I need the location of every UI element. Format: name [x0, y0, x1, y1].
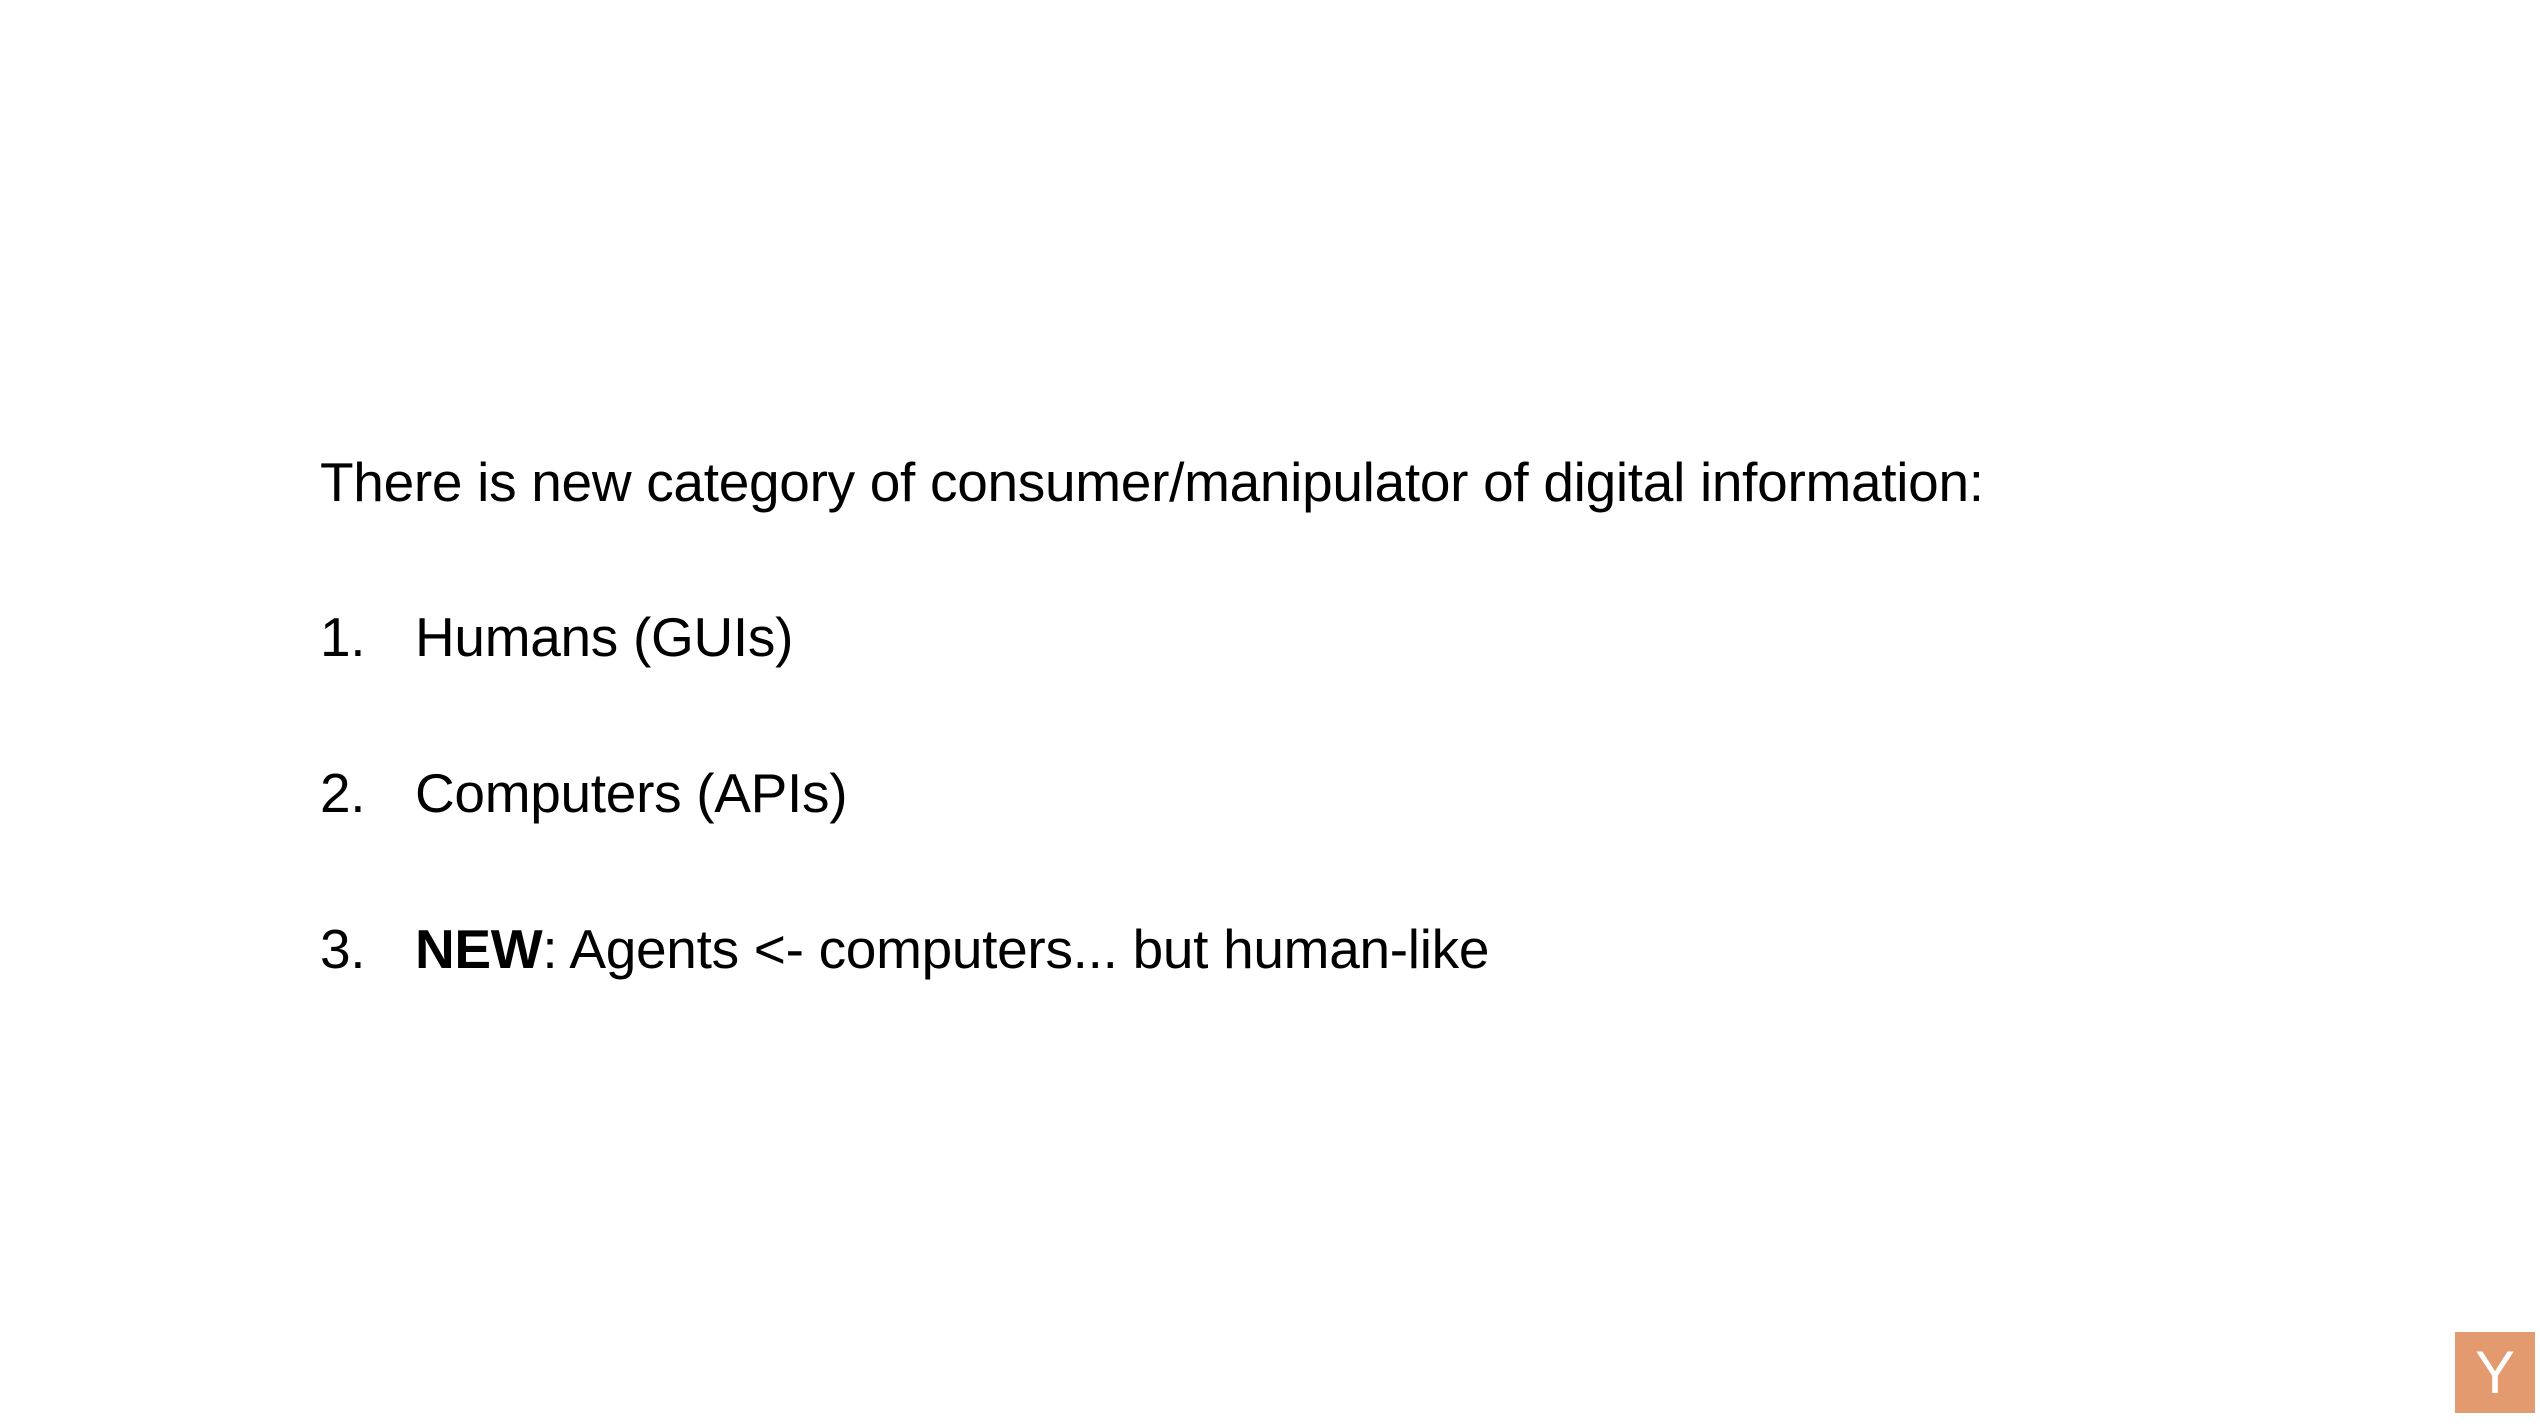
slide-heading: There is new category of consumer/manipu… [320, 451, 1984, 513]
list-number: 3. [320, 918, 366, 980]
list-item-computers: 2. Computers (APIs) [320, 761, 848, 825]
list-text: Humans (GUIs) [415, 606, 794, 668]
list-item-agents: 3. NEW: Agents <- computers... but human-… [320, 917, 1489, 981]
list-text: Computers (APIs) [415, 762, 848, 824]
list-number: 1. [320, 606, 366, 668]
list-number: 2. [320, 762, 366, 824]
logo-letter: Y [2474, 1339, 2516, 1406]
list-bold-label: NEW [415, 918, 543, 980]
y-combinator-logo-icon: Y [2455, 1332, 2535, 1413]
list-item-humans: 1. Humans (GUIs) [320, 605, 793, 669]
list-text: : Agents <- computers... but human-like [542, 918, 1490, 980]
